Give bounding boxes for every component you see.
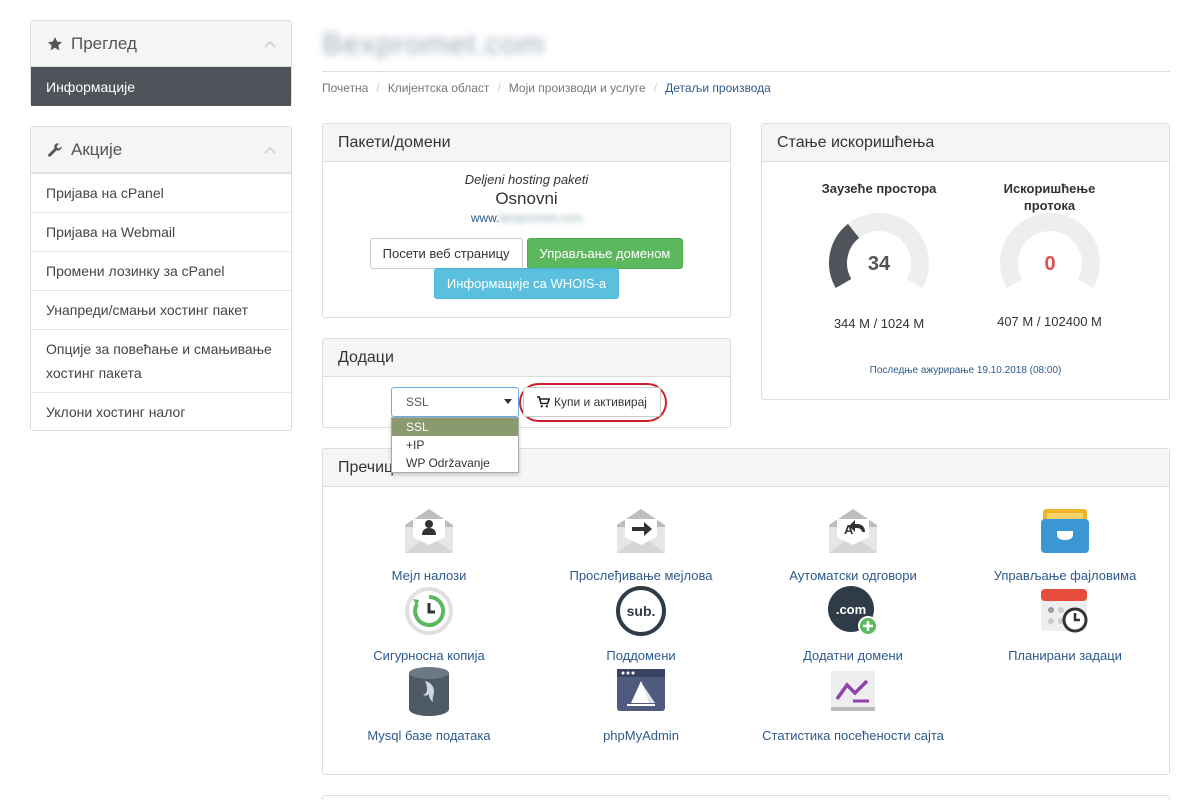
shortcut-file-manager[interactable]: Управљање фајловима <box>959 505 1171 585</box>
shortcut-email-forwarders[interactable]: Прослеђивање мејлова <box>535 505 747 585</box>
phpmyadmin-icon <box>617 669 665 711</box>
autoresponders-icon: A <box>829 509 877 553</box>
shortcut-addon-domains[interactable]: .com Додатни домени <box>747 585 959 665</box>
package-domain[interactable]: www.bexpromet.com <box>323 211 730 225</box>
svg-text:.com: .com <box>836 602 866 617</box>
bandwidth-usage-percent: 0 <box>1044 253 1055 275</box>
addon-domains-icon: .com <box>828 586 878 636</box>
sidebar-actions-title: Акције <box>71 139 123 159</box>
package-type: Deljeni hosting paketi <box>464 172 589 187</box>
breadcrumb: Почетна / Клијентска област / Моји произво… <box>322 81 771 95</box>
header-divider <box>322 71 1170 72</box>
shortcut-cron-jobs[interactable]: Планирани задаци <box>959 585 1171 665</box>
buy-activate-button[interactable]: Купи и активирај <box>523 387 661 417</box>
shortcut-subdomains[interactable]: sub. Поддомени <box>535 585 747 665</box>
page-title: Bexpromet.com <box>322 28 546 61</box>
bandwidth-usage-gauge: Искоришћење протока 0 407 M / 102400 M <box>982 180 1117 329</box>
sidebar-item-change-password[interactable]: Промени лозинку за cPanel <box>31 251 291 290</box>
sidebar-actions-panel: Акције Пријава на cPanel Пријава на Webm… <box>30 126 292 431</box>
sidebar-actions-header[interactable]: Акције <box>31 127 291 173</box>
star-icon <box>46 35 64 53</box>
shortcuts-panel: Пречице Мејл налози Прослеђивање мејлова… <box>322 448 1170 775</box>
shortcut-awstats[interactable]: Статистика посећености сајта <box>747 665 959 745</box>
svg-text:sub.: sub. <box>627 603 656 619</box>
mysql-databases-icon <box>409 667 449 716</box>
whois-info-button[interactable]: Информације са WHOIS-a <box>433 268 620 299</box>
addons-panel-title: Додаци <box>323 339 730 377</box>
shortcut-backup[interactable]: Сигурносна копија <box>323 585 535 665</box>
file-manager-icon <box>1041 509 1089 553</box>
chevron-up-icon[interactable] <box>264 146 276 154</box>
sidebar-item-upgrade-downgrade[interactable]: Унапреди/смањи хостинг пакет <box>31 290 291 329</box>
sidebar-item-upgrade-options[interactable]: Опције за повећање и смањивање хостинг п… <box>31 329 291 392</box>
disk-usage-label: Заузеће простора <box>821 181 937 196</box>
addon-option-ssl[interactable]: SSL <box>392 418 518 436</box>
visit-website-button[interactable]: Посети веб страницу <box>369 238 523 269</box>
sidebar-item-webmail-login[interactable]: Пријава на Webmail <box>31 212 291 251</box>
manage-domain-button[interactable]: Управљање доменом <box>526 238 684 269</box>
email-accounts-icon <box>405 509 453 553</box>
sidebar-overview-header[interactable]: Преглед <box>31 21 291 67</box>
sidebar-overview-panel: Преглед Информације <box>30 20 292 106</box>
awstats-icon <box>831 671 875 711</box>
addon-select[interactable]: SSL <box>391 387 519 417</box>
sidebar-item-cancel-account[interactable]: Уклони хостинг налог <box>31 392 291 431</box>
breadcrumb-current: Детаљи производа <box>665 81 771 95</box>
disk-usage-gauge: Заузеће простора 34 344 M / 1024 M <box>814 180 944 331</box>
addon-option-wp[interactable]: WP Održavanje <box>392 454 518 472</box>
bandwidth-usage-arc: 0 <box>999 213 1100 288</box>
breadcrumb-products[interactable]: Моји производи и услуге <box>509 81 646 95</box>
shortcut-autoresponders[interactable]: A Аутоматски одговори <box>747 505 959 585</box>
breadcrumb-client-area[interactable]: Клијентска област <box>388 81 490 95</box>
disk-usage-value: 344 M / 1024 M <box>833 316 925 331</box>
dropdown-arrow-icon <box>504 399 512 404</box>
usage-last-updated: Последње ажурирање 19.10.2018 (08:00) <box>869 365 1062 376</box>
cron-jobs-icon <box>1041 589 1088 633</box>
package-panel: Пакети/домени Deljeni hosting paketi Osn… <box>322 123 731 318</box>
bandwidth-usage-value: 407 M / 102400 M <box>997 314 1102 329</box>
usage-panel-title: Стање искоришћења <box>762 124 1169 162</box>
sidebar-item-information[interactable]: Информације <box>31 67 291 106</box>
cart-icon <box>537 396 551 408</box>
backup-icon <box>405 587 453 635</box>
email-forwarders-icon <box>617 509 665 553</box>
usage-panel: Стање искоришћења Заузеће простора 34 34… <box>761 123 1170 400</box>
disk-usage-arc: 34 <box>829 213 929 288</box>
addons-panel: Додаци SSL Купи и активирај <box>322 338 731 428</box>
wrench-icon <box>46 141 64 159</box>
sidebar-item-cpanel-login[interactable]: Пријава на cPanel <box>31 173 291 212</box>
shortcut-email-accounts[interactable]: Мејл налози <box>323 505 535 585</box>
breadcrumb-home[interactable]: Почетна <box>322 81 368 95</box>
package-name: Osnovni <box>495 189 558 208</box>
shortcut-mysql[interactable]: Mysql базе података <box>323 665 535 745</box>
sidebar-overview-title: Преглед <box>71 33 137 53</box>
disk-usage-percent: 34 <box>868 253 891 275</box>
shortcut-phpmyadmin[interactable]: phpMyAdmin <box>535 665 747 745</box>
chevron-up-icon[interactable] <box>264 40 276 48</box>
package-panel-title: Пакети/домени <box>323 124 730 162</box>
addon-options-list: SSL +IP WP Održavanje <box>391 417 519 473</box>
next-panel <box>322 795 1170 800</box>
addon-option-ip[interactable]: +IP <box>392 436 518 454</box>
subdomains-icon: sub. <box>616 586 666 636</box>
